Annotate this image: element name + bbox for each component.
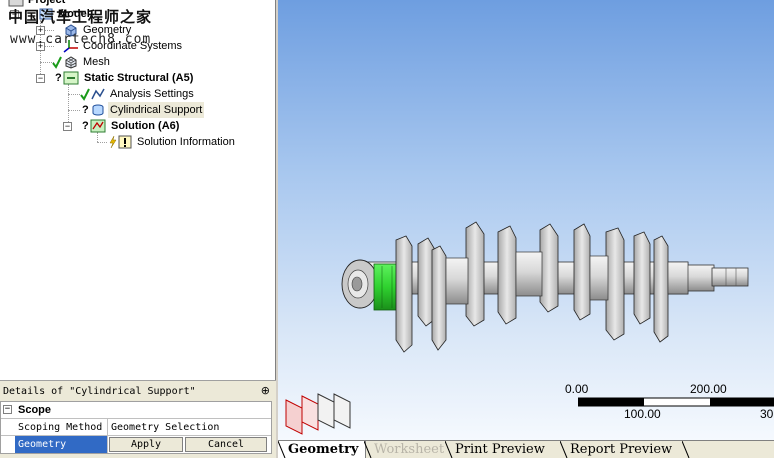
details-group-scope[interactable]: − Scope xyxy=(1,402,271,419)
tab-geometry[interactable]: Geometry xyxy=(278,441,366,458)
crank-pin xyxy=(445,257,469,305)
tree-item-label: Mesh xyxy=(83,56,110,68)
tree-item-cylindrical-support[interactable]: ? Cylindrical Support xyxy=(0,102,270,118)
scale-ruler: 0.00 200.00 100.00 30 xyxy=(565,382,774,422)
crank-web xyxy=(573,223,591,321)
apply-button[interactable]: Apply xyxy=(109,437,183,452)
property-value[interactable]: Geometry Selection xyxy=(108,419,271,436)
tab-separator xyxy=(560,441,568,458)
mesh-icon xyxy=(65,56,77,69)
group-label: Scope xyxy=(18,404,52,416)
crank-web xyxy=(633,231,651,325)
crank-web xyxy=(395,235,413,353)
solution-information-icon xyxy=(118,135,132,149)
crank-web xyxy=(539,223,559,313)
tab-separator xyxy=(682,441,690,458)
view-tabbar: Geometry Worksheet Print Preview Report … xyxy=(278,440,774,458)
tree-item-static-structural[interactable]: − ? Static Structural (A5) xyxy=(0,70,270,86)
property-key: Scoping Method xyxy=(15,419,108,436)
tree-item-label: Solution (A6) xyxy=(111,120,180,132)
tab-print-preview[interactable]: Print Preview xyxy=(445,441,561,458)
collapse-icon[interactable]: − xyxy=(36,74,45,83)
shaft-end xyxy=(685,264,715,292)
tree-item-solution-information[interactable]: Solution Information xyxy=(0,134,270,150)
details-panel: Details of "Cylindrical Support" ⊕ − Sco… xyxy=(0,380,276,458)
pin-icon[interactable]: ⊕ xyxy=(261,384,270,397)
crank-web xyxy=(431,245,447,351)
details-row-scoping-method[interactable]: Scoping Method Geometry Selection xyxy=(1,419,271,436)
tree-item-analysis-settings[interactable]: Analysis Settings xyxy=(0,86,270,102)
tree-item-label: Static Structural (A5) xyxy=(84,72,194,84)
tab-separator xyxy=(364,441,372,458)
static-structural-icon xyxy=(63,71,79,85)
tab-report-preview[interactable]: Report Preview xyxy=(560,441,692,458)
details-grid: − Scope Scoping Method Geometry Selectio… xyxy=(0,401,272,454)
status-question-icon: ? xyxy=(55,72,62,84)
scale-label: 100.00 xyxy=(624,407,661,421)
details-row-geometry[interactable]: Geometry Apply Cancel xyxy=(1,436,271,453)
crank-web xyxy=(465,221,485,327)
shaft-snout xyxy=(711,267,749,287)
crank-pin xyxy=(589,255,609,301)
watermark-chinese: 中国汽车工程师之家 xyxy=(8,8,153,26)
crank-pin xyxy=(515,251,543,297)
scale-label: 200.00 xyxy=(690,382,727,396)
analysis-settings-icon xyxy=(91,88,105,100)
tab-worksheet[interactable]: Worksheet xyxy=(364,441,450,458)
tree-item-label: Analysis Settings xyxy=(110,88,194,100)
outline-tree: Project − Model + Geometry + Coordinate … xyxy=(0,0,276,380)
details-title: Details of "Cylindrical Support" xyxy=(3,386,196,397)
triad-icon[interactable] xyxy=(282,388,362,438)
check-icon xyxy=(52,56,62,69)
crank-web xyxy=(653,235,669,343)
status-question-icon: ? xyxy=(82,104,89,116)
property-key: Geometry xyxy=(15,436,108,453)
tab-separator xyxy=(445,441,453,458)
left-panel: Project − Model + Geometry + Coordinate … xyxy=(0,0,276,458)
crankshaft-model[interactable] xyxy=(278,0,774,440)
cylindrical-support-icon xyxy=(92,104,104,116)
solution-icon xyxy=(90,119,106,133)
scale-label: 0.00 xyxy=(565,382,589,396)
crank-pin xyxy=(667,261,689,295)
tree-item-mesh[interactable]: Mesh xyxy=(0,54,270,70)
tree-item-label: Cylindrical Support xyxy=(108,102,205,118)
status-question-icon: ? xyxy=(82,120,89,132)
tab-separator xyxy=(278,441,286,458)
check-icon xyxy=(80,88,90,101)
graphics-viewport[interactable]: 0.00 200.00 100.00 30 xyxy=(278,0,774,440)
scale-bar-graphic xyxy=(578,397,774,407)
tree-item-label: Solution Information xyxy=(137,136,235,148)
crank-web xyxy=(605,227,625,341)
collapse-icon[interactable]: − xyxy=(63,122,72,131)
watermark-url: www.cartech8.com xyxy=(10,32,152,47)
scale-label: 30 xyxy=(760,407,774,421)
crank-web xyxy=(497,225,517,325)
collapse-icon[interactable]: − xyxy=(3,405,12,414)
tree-item-solution[interactable]: − ? Solution (A6) xyxy=(0,118,270,134)
cancel-button[interactable]: Cancel xyxy=(185,437,267,452)
